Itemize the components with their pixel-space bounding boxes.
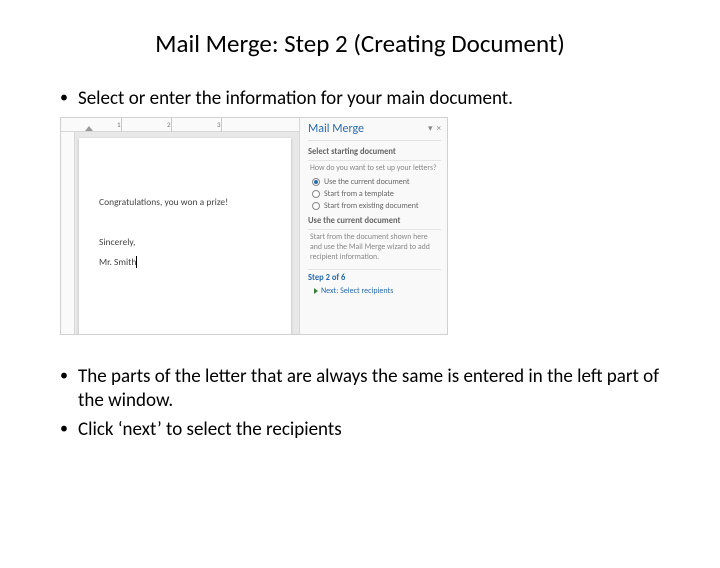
embedded-screenshot: 1 2 3 Congratulations, you won a prize! … [60, 117, 448, 335]
pane-title: Mail Merge [308, 122, 364, 136]
slide-title: Mail Merge: Step 2 (Creating Document) [0, 28, 720, 59]
vertical-ruler [61, 132, 75, 334]
pane-desc-use-current: Start from the document shown here and u… [308, 230, 441, 265]
pane-section-use-current: Use the current document [308, 214, 441, 230]
bullet-2-text: The parts of the letter that are always … [78, 365, 680, 413]
step-indicator: Step 2 of 6 [308, 269, 441, 285]
radio-label: Start from a template [324, 189, 394, 199]
text-cursor-icon [136, 256, 137, 268]
pane-close-icon[interactable]: × [437, 123, 441, 134]
indent-marker-icon [85, 126, 93, 131]
doc-line-2: Sincerely, [99, 236, 273, 248]
bullet-dot: • [60, 87, 78, 111]
bullet-dot: • [60, 365, 78, 413]
radio-use-current[interactable]: Use the current document [308, 176, 441, 188]
radio-label: Start from existing document [324, 201, 419, 211]
document-page[interactable]: Congratulations, you won a prize! Sincer… [79, 138, 291, 334]
ruler-tick [121, 118, 122, 132]
ruler-label-2: 2 [167, 120, 171, 129]
radio-icon [312, 202, 320, 210]
bullet-3: • Click ‘next’ to select the recipients [60, 418, 680, 442]
pane-section-starting-doc: Select starting document [308, 145, 441, 161]
next-link[interactable]: Next: Select recipients [308, 285, 441, 296]
bullet-2: • The parts of the letter that are alway… [60, 365, 680, 413]
ruler-tick [221, 118, 222, 132]
bullet-1-text: Select or enter the information for your… [78, 87, 680, 111]
bullet-3-text: Click ‘next’ to select the recipients [78, 418, 680, 442]
arrow-right-icon [314, 288, 318, 294]
mail-merge-pane: Mail Merge ▾ × Select starting document … [299, 118, 447, 334]
doc-line-3: Mr. Smith [99, 256, 273, 268]
radio-label: Use the current document [324, 177, 410, 187]
doc-line-1: Congratulations, you won a prize! [99, 196, 273, 208]
ruler-tick [171, 118, 172, 132]
radio-start-existing[interactable]: Start from existing document [308, 200, 441, 212]
pane-question-1: How do you want to set up your letters? [308, 161, 441, 177]
radio-start-template[interactable]: Start from a template [308, 188, 441, 200]
document-area: 1 2 3 Congratulations, you won a prize! … [61, 118, 299, 334]
bullet-1: • Select or enter the information for yo… [60, 87, 680, 111]
next-link-label: Next: Select recipients [321, 286, 393, 296]
horizontal-ruler: 1 2 3 [61, 118, 299, 132]
ruler-label-1: 1 [117, 120, 121, 129]
radio-icon [312, 190, 320, 198]
pane-dropdown-icon[interactable]: ▾ [428, 123, 433, 134]
bullet-dot: • [60, 418, 78, 442]
radio-icon [312, 178, 320, 186]
ruler-label-3: 3 [217, 120, 221, 129]
